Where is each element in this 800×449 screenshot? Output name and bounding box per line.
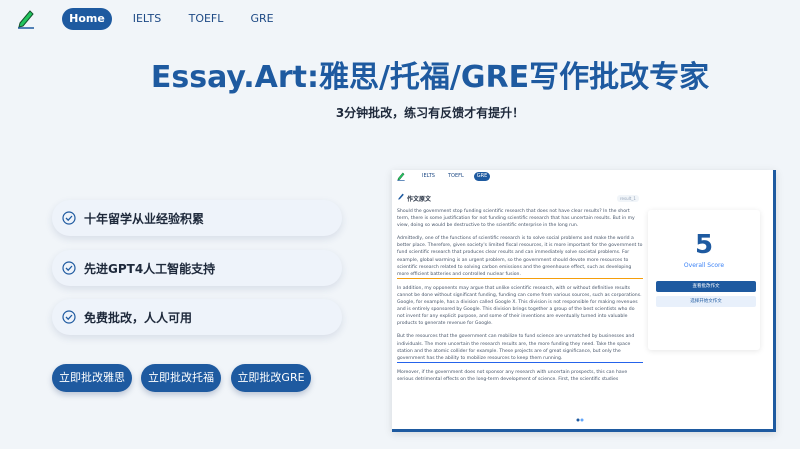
correct-toefl-button[interactable]: 立即批改托福 — [141, 364, 221, 392]
feature-label: 免费批改，人人可用 — [84, 310, 193, 325]
essay-paragraph: In addition, my opponents may argue that… — [397, 285, 642, 327]
preview-nav-toefl: TOEFL — [448, 173, 464, 179]
feature-label: 十年留学从业经验积累 — [84, 211, 205, 226]
overall-score: 5 — [694, 230, 714, 260]
preview-nav-gre: GRE — [474, 172, 490, 181]
correct-ielts-button[interactable]: 立即批改雅思 — [52, 364, 132, 392]
score-card: 5 Overall Score 查看批改作文 选择开始文作文 — [648, 210, 760, 350]
preview-essay-text: Should the government stop funding scien… — [397, 208, 643, 389]
feature-item: 免费批改，人人可用 — [52, 299, 342, 335]
pen-logo-icon[interactable] — [15, 7, 37, 29]
download-essay-button: 选择开始文作文 — [656, 296, 756, 307]
view-correction-button: 查看批改作文 — [656, 281, 756, 292]
check-circle-icon — [62, 261, 76, 275]
essay-paragraph: Moreover, if the government does not spo… — [397, 369, 628, 382]
preview-badge: result_1 — [617, 195, 639, 202]
pen-logo-icon — [397, 172, 405, 181]
check-circle-icon — [62, 310, 76, 324]
overall-score-label: Overall Score — [683, 262, 725, 269]
correct-gre-button[interactable]: 立即批改GRE — [231, 364, 311, 392]
nav-ielts[interactable]: IELTS — [124, 8, 170, 30]
feature-label: 先进GPT4人工智能支持 — [84, 261, 216, 276]
check-circle-icon — [62, 211, 76, 225]
nav-home[interactable]: Home — [62, 8, 112, 30]
hero-subtitle: 3分钟批改，练习有反馈才有提升！ — [335, 106, 525, 120]
feature-item: 十年留学从业经验积累 — [52, 200, 342, 236]
nav-gre[interactable]: GRE — [244, 8, 280, 30]
essay-paragraph: Admittedly, one of the functions of scie… — [397, 235, 643, 279]
essay-paragraph: Should the government stop funding scien… — [397, 209, 635, 229]
preview-nav: IELTS TOEFL GRE — [392, 170, 773, 184]
nav-toefl[interactable]: TOEFL — [183, 8, 229, 30]
loading-dots-icon — [576, 418, 584, 422]
preview-panel: IELTS TOEFL GRE 作文原文 result_1 Should the… — [392, 170, 776, 432]
preview-nav-ielts: IELTS — [422, 173, 435, 179]
feature-item: 先进GPT4人工智能支持 — [52, 250, 342, 286]
hero-title: Essay.Art:雅思/托福/GRE写作批改专家 — [150, 60, 710, 95]
preview-heading: 作文原文 — [407, 196, 432, 203]
top-nav: Home IELTS TOEFL GRE — [0, 0, 800, 38]
essay-paragraph: But the resources that the government ca… — [397, 333, 643, 363]
pen-icon — [398, 193, 404, 200]
